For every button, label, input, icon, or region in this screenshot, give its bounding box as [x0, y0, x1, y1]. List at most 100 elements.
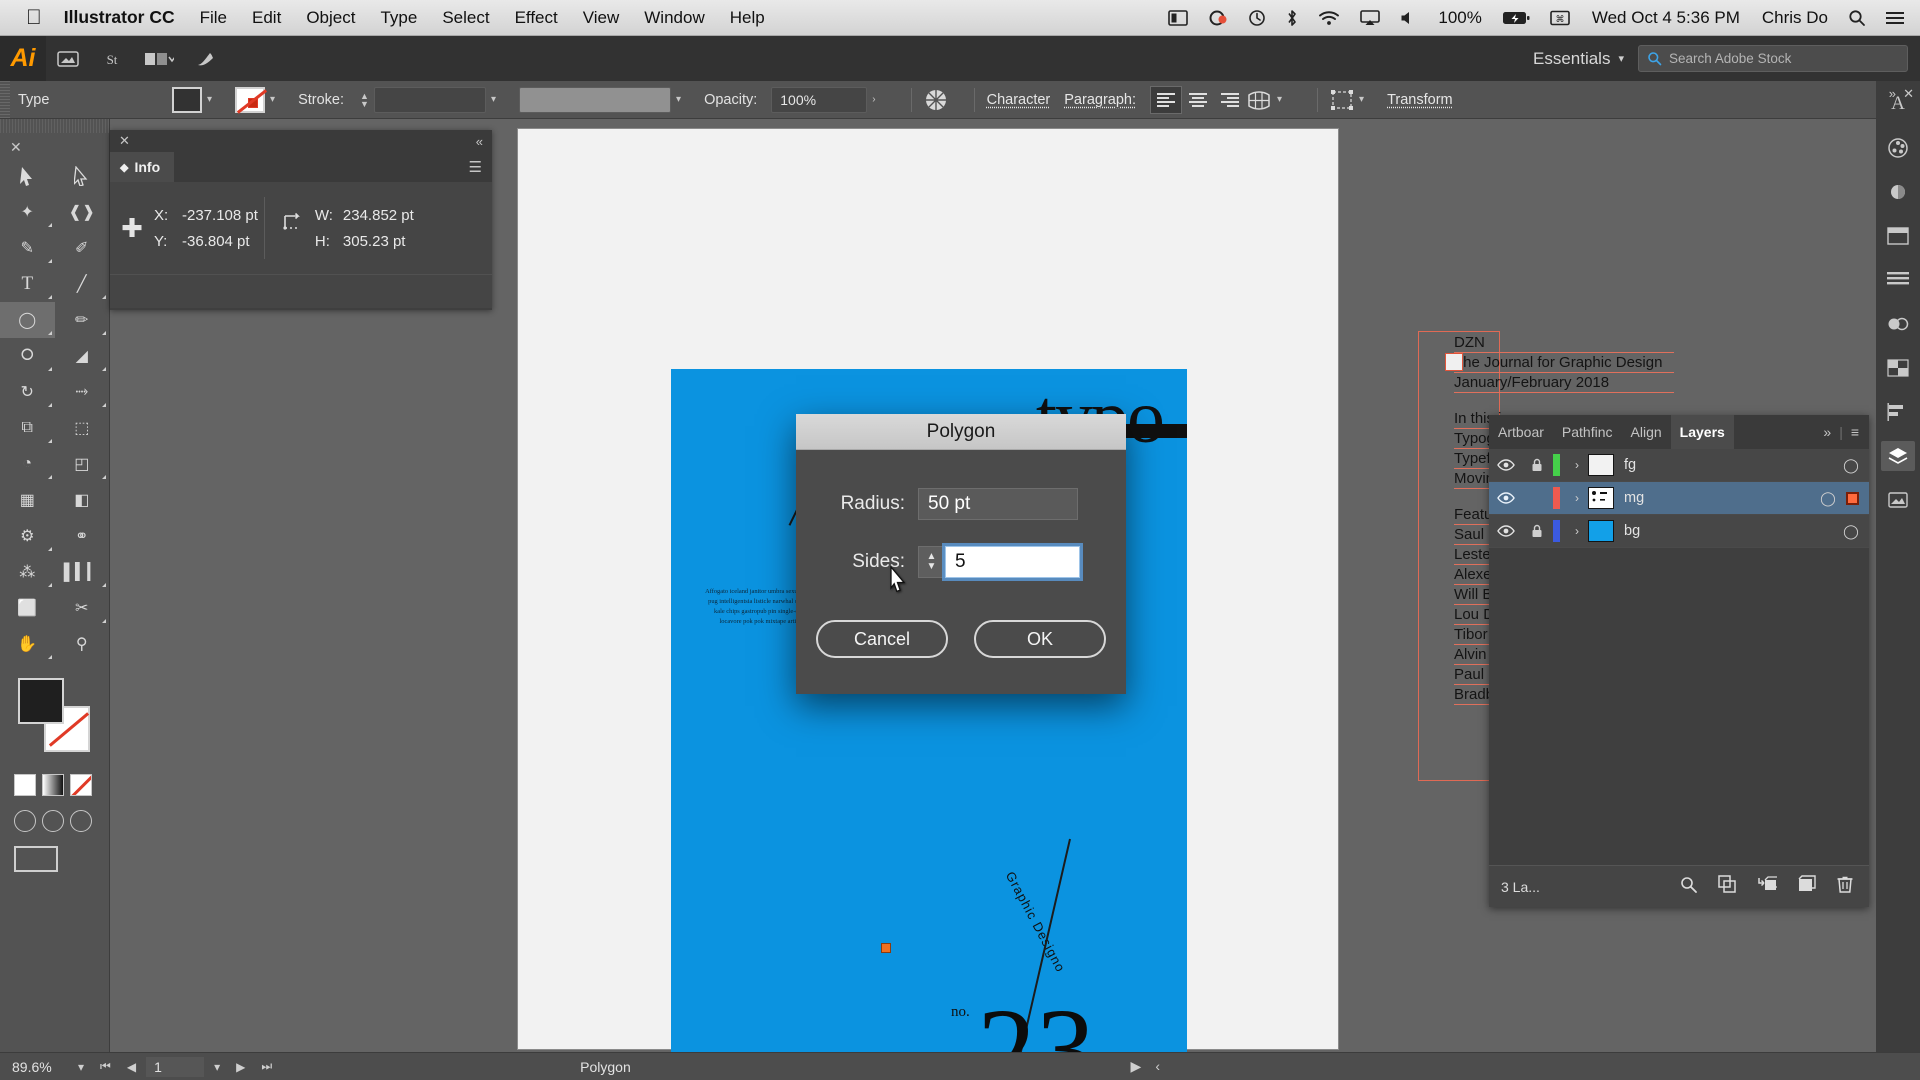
polygon-dialog[interactable]: Polygon Radius: 50 pt Sides: ▲ ▼ 5 Cancel… — [796, 414, 1126, 694]
tab-pathfinder[interactable]: Pathfinc — [1553, 415, 1622, 449]
transform-proxy-chevron-down-icon[interactable]: ▾ — [1359, 94, 1364, 105]
info-panel-menu-icon[interactable]: ☰ — [469, 158, 482, 176]
type-tool[interactable]: T — [0, 266, 55, 302]
layer-target-icon[interactable]: ◯ — [1833, 523, 1869, 540]
info-panel[interactable]: ✕ « ◆ Info ☰ ✚ X: -237.108 pt Y: -36.804 p… — [110, 130, 492, 310]
opacity-expand-icon[interactable]: › — [872, 94, 875, 105]
menu-object[interactable]: Object — [306, 8, 355, 28]
fill-color-swatch[interactable]: ▾ — [172, 87, 221, 113]
stroke-chevron-down-icon[interactable]: ▾ — [270, 94, 275, 105]
notification-center-icon[interactable] — [1886, 10, 1904, 26]
width-tool[interactable]: ⧉ — [0, 410, 55, 446]
fill-indicator-swatch[interactable] — [18, 678, 64, 724]
swatches-panel-icon[interactable] — [1881, 221, 1915, 251]
draw-behind-button[interactable] — [42, 810, 64, 832]
eraser-tool[interactable]: ◢ — [55, 338, 110, 374]
shaper-tool[interactable]: ⭘ — [0, 338, 55, 374]
arrange-documents-icon[interactable] — [134, 36, 184, 81]
paintbrush-tool[interactable]: ✏ — [55, 302, 110, 338]
menu-view[interactable]: View — [583, 8, 620, 28]
status-prev-icon[interactable]: ‹ — [1155, 1058, 1160, 1075]
direct-selection-tool[interactable] — [55, 158, 110, 194]
graphic-styles-panel-icon[interactable] — [1881, 309, 1915, 339]
stroke-weight-input[interactable] — [374, 87, 486, 113]
layer-name[interactable]: bg — [1624, 523, 1833, 539]
display-icon[interactable] — [1168, 10, 1188, 26]
layer-visibility-icon[interactable] — [1489, 525, 1523, 537]
align-left-button[interactable] — [1150, 86, 1182, 114]
artboard-tool[interactable]: ⬜ — [0, 590, 55, 626]
opacity-value[interactable]: 100% — [771, 87, 867, 113]
dock-expand-icon[interactable]: » — [1889, 86, 1896, 101]
menu-select[interactable]: Select — [442, 8, 489, 28]
last-page-icon[interactable]: ⏭ — [253, 1059, 280, 1074]
workspace-switcher[interactable]: Essentials — [1533, 49, 1610, 69]
fill-chevron-down-icon[interactable]: ▾ — [207, 94, 212, 105]
menu-file[interactable]: File — [200, 8, 227, 28]
pen-tool[interactable]: ✎ — [0, 230, 55, 266]
page-number-input[interactable]: 1 — [146, 1057, 204, 1077]
stroke-profile-control[interactable]: ▾ — [519, 87, 690, 113]
symbol-sprayer-tool[interactable]: ⁂ — [0, 554, 55, 590]
transform-proxy-icon[interactable]: ▾ — [1330, 89, 1373, 111]
table-row[interactable]: › fg ◯ — [1489, 449, 1869, 482]
menu-app-name[interactable]: Illustrator CC — [64, 7, 175, 28]
links-panel-icon[interactable] — [1881, 485, 1915, 515]
layer-name[interactable]: fg — [1624, 457, 1833, 473]
layers-panel-expand-icon[interactable]: » — [1823, 424, 1831, 440]
bluetooth-icon[interactable] — [1286, 9, 1298, 27]
table-row[interactable]: › bg ◯ — [1489, 515, 1869, 548]
battery-icon[interactable] — [1502, 10, 1530, 26]
create-new-layer-icon[interactable] — [1798, 875, 1816, 898]
search-adobe-stock-input[interactable]: Search Adobe Stock — [1638, 45, 1908, 72]
table-row[interactable]: › mg ◯ — [1489, 482, 1869, 515]
menubar-username[interactable]: Chris Do — [1762, 8, 1828, 28]
menu-edit[interactable]: Edit — [252, 8, 281, 28]
bridge-icon[interactable] — [46, 36, 90, 81]
delete-selection-icon[interactable] — [1837, 875, 1853, 898]
volume-icon[interactable] — [1400, 10, 1416, 26]
draw-inside-button[interactable] — [70, 810, 92, 832]
free-transform-tool[interactable]: ⬚ — [55, 410, 110, 446]
stroke-weight-control[interactable]: ▲ ▼ ▾ — [358, 87, 505, 113]
layer-expand-chevron-icon[interactable]: › — [1566, 491, 1588, 505]
zoom-tool[interactable]: ⚲ — [55, 626, 110, 662]
apple-logo-icon[interactable]:  — [26, 7, 42, 28]
layer-visibility-icon[interactable] — [1489, 492, 1523, 504]
previous-page-icon[interactable]: ◀ — [119, 1060, 144, 1074]
stock-icon[interactable]: St — [90, 36, 134, 81]
shape-builder-tool[interactable]: ◔ — [0, 446, 55, 482]
appearance-panel-icon[interactable] — [1881, 265, 1915, 295]
layer-lock-icon[interactable] — [1523, 458, 1551, 472]
tab-artboards[interactable]: Artboar — [1489, 415, 1553, 449]
lasso-tool[interactable]: ❰❱ — [55, 194, 110, 230]
sides-input[interactable]: 5 — [945, 546, 1080, 578]
stroke-weight-stepper[interactable]: ▲ ▼ — [358, 92, 371, 108]
color-button[interactable] — [14, 774, 36, 796]
layer-expand-chevron-icon[interactable]: › — [1566, 458, 1588, 472]
layer-target-icon[interactable]: ◯ — [1833, 457, 1869, 474]
selection-tool[interactable] — [0, 158, 55, 194]
blend-tool[interactable]: ⚭ — [55, 518, 110, 554]
gradient-tool[interactable]: ◧ — [55, 482, 110, 518]
radius-input[interactable]: 50 pt — [918, 488, 1078, 520]
align-right-button[interactable] — [1214, 86, 1246, 114]
status-next-icon[interactable]: ▶ — [1131, 1058, 1142, 1075]
line-segment-tool[interactable]: ╱ — [55, 266, 110, 302]
layers-panel[interactable]: Artboar Pathfinc Align Layers » | ≡ › fg… — [1489, 415, 1869, 907]
dock-close-icon[interactable]: ✕ — [1903, 86, 1914, 102]
layer-name[interactable]: mg — [1624, 490, 1810, 506]
paragraph-panel-link[interactable]: Paragraph: — [1064, 92, 1136, 108]
layer-lock-icon[interactable] — [1523, 524, 1551, 538]
mesh-tool[interactable]: ▦ — [0, 482, 55, 518]
add-anchor-point-tool[interactable]: ✐ — [55, 230, 110, 266]
hand-tool[interactable]: ✋ — [0, 626, 55, 662]
control-bar-grip[interactable] — [0, 81, 10, 119]
slice-tool[interactable]: ✂ — [55, 590, 110, 626]
rotate-tool[interactable]: ↻ — [0, 374, 55, 410]
brush-icon[interactable] — [184, 36, 228, 81]
layer-expand-chevron-icon[interactable]: › — [1566, 524, 1588, 538]
scale-tool[interactable]: ⤑ — [55, 374, 110, 410]
info-panel-close-icon[interactable]: ✕ — [119, 133, 130, 149]
eyedropper-tool[interactable]: ⚙ — [0, 518, 55, 554]
